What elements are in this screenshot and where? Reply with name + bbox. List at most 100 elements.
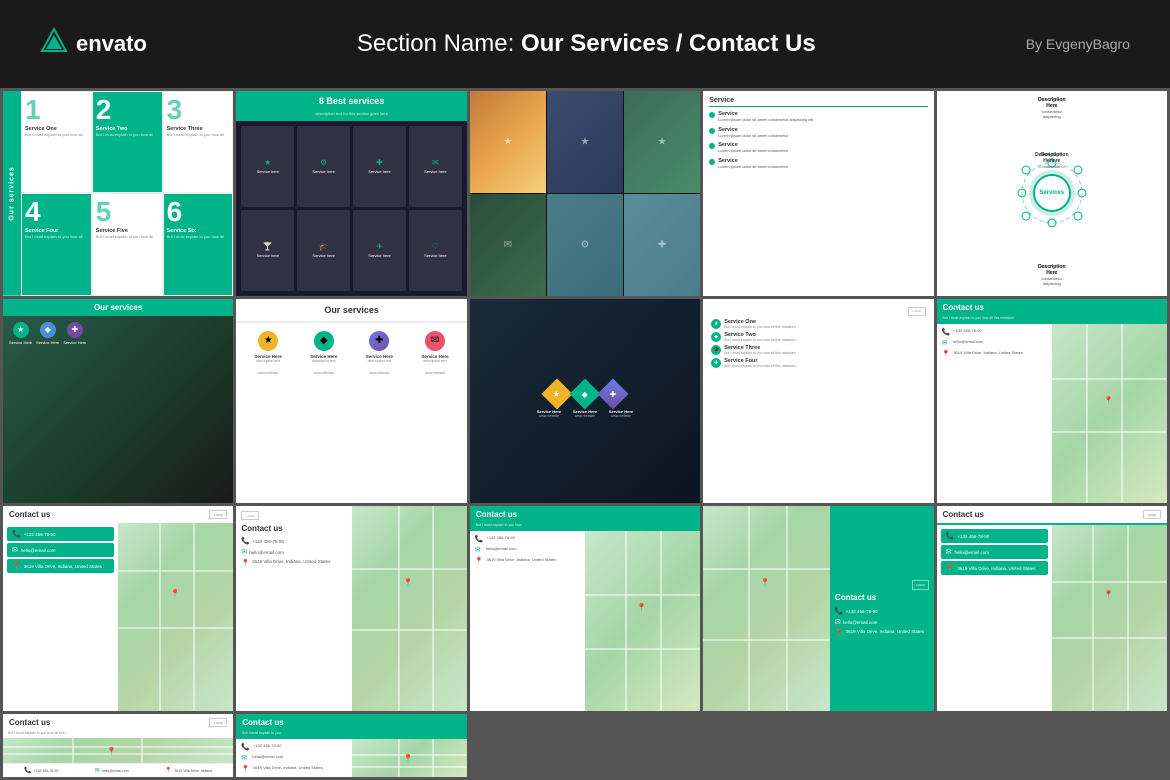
location-icon-6: 📍 xyxy=(946,564,955,572)
photo-cell-4: ✉ xyxy=(470,194,546,296)
service-item-4: ✚ Service Four But I must explain to you… xyxy=(711,358,925,368)
s6-icons: ★ Service Here ◆ Service Here ✚ Service … xyxy=(3,316,233,351)
services-grid: 1 Service One But I must explain to you … xyxy=(21,91,233,296)
s4-title: Service xyxy=(709,97,927,107)
map-6 xyxy=(1052,525,1167,711)
vertical-label: Our services xyxy=(3,91,21,296)
location-icon-4: 📍 xyxy=(475,557,484,565)
location-icon-3: 📍 xyxy=(241,559,250,567)
s2-item-6: 🎓 Service here xyxy=(297,210,350,291)
s2-item-2: ⚙ Service here xyxy=(297,126,350,207)
location-icon-2: 📍 xyxy=(12,562,21,570)
s4-item-1: Service Lorem ipsum dolor sit amet conse… xyxy=(709,111,927,123)
logo-placement: LOGO xyxy=(908,307,926,316)
phone-icon-2: 📞 xyxy=(12,530,21,538)
map-pin-1: 📍 xyxy=(1104,396,1114,405)
header-title: Section Name: Our Services / Contact Us xyxy=(357,30,816,58)
location-icon-1: 📍 xyxy=(942,350,951,358)
logo-text: envato xyxy=(76,31,147,57)
contact-slide-5: LOGO Contact us 📞 +132 456-78-90 ✉ hello… xyxy=(703,506,933,711)
email-icon-7: ✉ xyxy=(95,767,100,774)
phone-icon-6: 📞 xyxy=(946,532,955,540)
logo-7: LOGO xyxy=(209,718,227,727)
s7-item-3: ✚ Service Here description text xyxy=(366,331,393,363)
s7-item-1: ★ Service Here description text xyxy=(255,331,282,363)
contact-title-3: Contact us xyxy=(241,524,346,533)
map-1: 📍 xyxy=(1052,324,1167,504)
map-3 xyxy=(352,506,467,711)
s7-icons: ★ Service Here description text ◆ Servic… xyxy=(236,323,466,371)
s2-item-5: 🍸 Service here xyxy=(241,210,294,291)
s4-item-2: Service Lorem ipsum dolor sit amet conse… xyxy=(709,127,927,139)
contact-header-4: Contact us xyxy=(470,506,700,523)
s2-subtitle: description text for this section goes h… xyxy=(236,111,466,121)
service-cell-5: 5 Service Five But I must explain to you… xyxy=(92,193,163,295)
photo-cell-3: ★ xyxy=(624,91,700,193)
logo-5: LOGO xyxy=(912,580,929,590)
s2-title: 8 Best services xyxy=(236,91,466,111)
email-icon-5: ✉ xyxy=(835,618,841,626)
author-text: By EvgenyBagro xyxy=(1026,36,1130,52)
service-cell-1: 1 Service One But I must explain to you … xyxy=(21,91,92,193)
photo-cell-2: ★ xyxy=(547,91,623,193)
s7-title: Our services xyxy=(236,299,466,323)
email-box-6: ✉ hello@email.com xyxy=(941,545,1048,559)
section-label: Section Name: xyxy=(357,30,514,57)
phone-icon-7: 📞 xyxy=(24,767,31,774)
photo-cell-1: ★ xyxy=(470,91,546,193)
contact-slide-3: LOGO Contact us 📞 +132 456-78-90 ✉ hello… xyxy=(236,506,466,711)
map-pin-8: 📍 xyxy=(403,754,413,763)
s7-item-2: ◆ Service Here description text xyxy=(310,331,337,363)
envato-logo-icon xyxy=(40,27,68,62)
s2-item-3: ✚ Service here xyxy=(353,126,406,207)
contact-phone-box: 📞 +132 456-78-90 xyxy=(7,527,114,541)
service-item-3: 🎓 Service Three But I must explain to yo… xyxy=(711,345,925,355)
logo-6: LOGO xyxy=(1143,510,1161,519)
location-icon-7: 📍 xyxy=(165,767,172,774)
slide-services-circle: Description Here consectetur adipiscing … xyxy=(937,91,1167,296)
service-item-2: ◆ Service Two But I must explain to you … xyxy=(711,332,925,342)
email-icon-3: ✉ xyxy=(241,548,247,556)
slide-our-services-white: Our services ★ Service Here description … xyxy=(236,299,466,504)
contact-title-7: Contact us xyxy=(9,718,50,727)
service-cell-4: 4 Service Four But I must explain to you… xyxy=(21,193,92,295)
contact-address-box: 📍 3619 Villa Drive, Indiana, United Stat… xyxy=(7,559,114,573)
phone-icon-8: 📞 xyxy=(241,743,250,751)
s2-item-4: ✉ Service here xyxy=(409,126,462,207)
contact-header-1: Contact us xyxy=(937,299,1167,316)
s7-item-4: ✉ Service Here description text xyxy=(421,331,448,363)
contact-title-6: Contact us xyxy=(943,510,984,519)
photo-cell-5: ⚙ xyxy=(547,194,623,296)
email-icon-4: ✉ xyxy=(475,546,483,554)
contact-header-8: Contact us xyxy=(236,714,466,731)
slide-8-best-services: 8 Best services description text for thi… xyxy=(236,91,466,296)
logo-area: envato xyxy=(40,27,147,62)
location-icon-8: 📍 xyxy=(241,765,250,773)
phone-icon-1: 📞 xyxy=(942,328,951,336)
service-cell-3: 3 Service Three But I must explain to yo… xyxy=(163,91,234,193)
slides-grid: Our services 1 Service One But I must ex… xyxy=(0,88,1170,780)
slide-services-logo: LOGO ★ Service One But I must explain to… xyxy=(703,299,933,504)
s2-item-7: ✈ Service here xyxy=(353,210,406,291)
email-icon-2: ✉ xyxy=(12,546,18,554)
slide-our-services-dark: Our services ★ Service Here ◆ Service He… xyxy=(3,299,233,504)
email-icon-8: ✉ xyxy=(241,754,249,762)
contact-slide-1: Contact us But I must explain to you how… xyxy=(937,299,1167,504)
phone-box-6: 📞 +132 456-78-90 xyxy=(941,529,1048,543)
service-cell-6: 6 Service Six But I must explain to you … xyxy=(163,193,234,295)
contact-title-2: Contact us xyxy=(9,510,50,519)
contact-slide-8: Contact us But I must explain to you LOG… xyxy=(236,714,466,777)
s4-item-3: Service Lorem ipsum dolor sit amet conse… xyxy=(709,142,927,154)
s2-grid: ★ Service here ⚙ Service here ✚ Service … xyxy=(236,121,466,296)
map-7 xyxy=(3,738,233,763)
phone-icon-5: 📞 xyxy=(835,607,844,615)
s6-title: Our services xyxy=(3,299,233,316)
location-icon-5: 📍 xyxy=(835,629,844,637)
top-bar: envato Section Name: Our Services / Cont… xyxy=(0,0,1170,88)
slide-services-list: Service Service Lorem ipsum dolor sit am… xyxy=(703,91,933,296)
s4-item-4: Service Lorem ipsum dolor sit amet conse… xyxy=(709,158,927,170)
phone-icon-3: 📞 xyxy=(241,537,250,545)
service-cell-2: 2 Service Two But I must explain to you … xyxy=(92,91,163,193)
slide-services-diamonds: ★ ◆ ✚ Service Here www.website Service H… xyxy=(470,299,700,504)
map-4: 📍 xyxy=(585,531,700,711)
